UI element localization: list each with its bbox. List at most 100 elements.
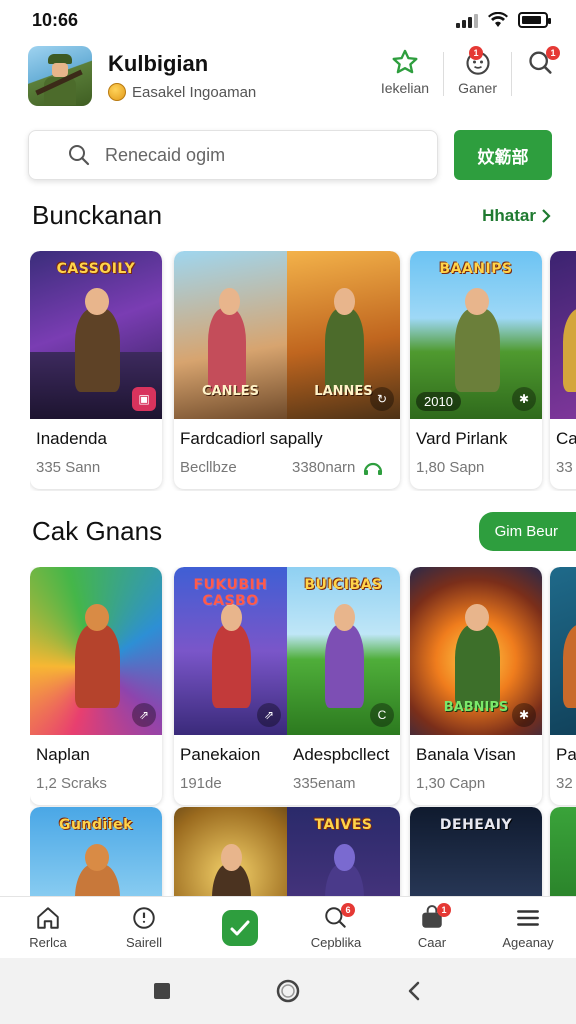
share-icon[interactable]: ✱ xyxy=(512,387,536,411)
game-logo-text: CASSOILY xyxy=(56,261,136,278)
game-art: Gundiiek xyxy=(30,807,162,896)
refresh-icon[interactable]: C xyxy=(370,703,394,727)
app-logo[interactable] xyxy=(28,46,92,106)
game-logo-text: Gundiiek xyxy=(59,817,133,834)
game-card[interactable]: BABNIPS ✱ Banala Visan 1,30 Capn xyxy=(410,567,542,805)
game-name: Adespbcllect xyxy=(293,745,390,764)
menu-icon xyxy=(517,910,539,926)
nav-item-search[interactable]: 6 Cepblika xyxy=(291,903,381,950)
game-card-pair[interactable]: TAIVES xyxy=(174,807,400,896)
game-art xyxy=(174,807,287,896)
game-card[interactable]: DEHEAIY xyxy=(410,807,542,896)
section-header-1: Bunckanan Hhatar xyxy=(32,200,552,231)
game-meta: 1,80 Sapn xyxy=(416,459,485,476)
game-art: TAIVES xyxy=(287,807,400,896)
games-button[interactable]: 1 Ganer xyxy=(458,44,497,96)
games-badge: 1 xyxy=(469,46,483,60)
search-placeholder: Renecaid ogim xyxy=(105,144,226,165)
section-title: Bunckanan xyxy=(32,200,163,230)
check-icon xyxy=(222,909,258,946)
game-card[interactable]: Pa 32 xyxy=(550,567,576,805)
see-more-label: Hhatar xyxy=(482,205,536,225)
game-logo-text: BAANIPS xyxy=(439,261,513,278)
see-more-link[interactable]: Hhatar xyxy=(482,206,552,226)
share-icon[interactable]: ⇗ xyxy=(257,703,281,727)
game-name: Fardcadiorl sapally xyxy=(180,429,323,448)
app-subtitle: Easakel Ingoaman xyxy=(108,83,381,101)
game-name: Car xyxy=(556,429,576,448)
nav-item-bag[interactable]: 1 Caar xyxy=(387,903,477,950)
game-row-2: ⇗ Naplan 1,2 Scraks FUKUBIH CASBO ⇗ BUIC… xyxy=(30,567,576,807)
game-row-3: Gundiiek TAIVES DEHEAIY xyxy=(30,807,576,896)
game-row-1: CASSOILY ▣ Inadenda 335 Sann CANLES LANN… xyxy=(30,251,576,491)
share-icon[interactable]: ✱ xyxy=(512,703,536,727)
favorites-button[interactable]: Iekelian xyxy=(381,44,429,96)
game-card[interactable]: BAANIPS 2010 ✱ Vard Pirlank 1,80 Sapn xyxy=(410,251,542,489)
game-logo-text: FUKUBIH CASBO xyxy=(193,577,268,610)
chevron-right-icon xyxy=(542,208,551,223)
game-name: Vard Pirlank xyxy=(416,429,508,448)
nav-badge: 6 xyxy=(341,903,355,917)
app-subtitle-text: Easakel Ingoaman xyxy=(132,83,257,101)
nav-label: Sairell xyxy=(125,935,163,950)
game-card[interactable]: ⇗ Naplan 1,2 Scraks xyxy=(30,567,162,805)
home-icon xyxy=(37,907,59,929)
game-name: Banala Visan xyxy=(416,745,516,764)
star-outline-icon xyxy=(392,49,418,74)
game-pill: 2010 xyxy=(416,392,461,411)
game-meta-left: Becllbze xyxy=(180,459,237,476)
game-art: FUKUBIH CASBO ⇗ xyxy=(174,567,287,735)
section-title: Cak Gnans xyxy=(32,516,163,546)
game-art: CANLES xyxy=(174,251,287,419)
game-logo-text: CANLES xyxy=(201,383,259,399)
game-art: CASSOILY ▣ xyxy=(30,251,162,419)
recents-icon[interactable] xyxy=(152,981,172,1001)
game-logo-text: BUICIBAS xyxy=(304,577,383,594)
game-meta: 191de xyxy=(180,775,222,792)
search-badge: 1 xyxy=(546,46,560,60)
clock-icon xyxy=(133,907,155,929)
search-row: Renecaid ogim 妏簕部 xyxy=(28,130,552,182)
nav-item-clock[interactable]: Sairell xyxy=(99,905,189,950)
game-card[interactable] xyxy=(550,807,576,896)
nav-label: Rerlca xyxy=(29,935,67,950)
game-card-pair[interactable]: CANLES LANNES ↻ Fardcadiorl sapally Becl… xyxy=(174,251,400,489)
nav-item-menu[interactable]: Ageanay xyxy=(483,905,573,950)
signal-icon xyxy=(456,12,478,28)
back-icon[interactable] xyxy=(404,980,424,1002)
game-art xyxy=(550,807,576,896)
bookmark-icon[interactable]: ▣ xyxy=(132,387,156,411)
system-nav xyxy=(0,958,576,1024)
header-divider xyxy=(443,52,445,96)
nav-item-center[interactable] xyxy=(195,909,285,946)
favorites-label: Iekelian xyxy=(380,80,430,96)
game-name: Naplan xyxy=(36,745,90,764)
search-input[interactable]: Renecaid ogim xyxy=(28,130,438,180)
header-divider xyxy=(511,52,512,96)
share-icon[interactable]: ⇗ xyxy=(132,703,156,727)
section-header-2: Cak Gnans Gim Beur xyxy=(32,512,576,551)
game-card[interactable]: CASSOILY ▣ Inadenda 335 Sann xyxy=(30,251,162,489)
game-name: Inadenda xyxy=(36,429,107,448)
battery-icon xyxy=(518,12,551,28)
refresh-icon[interactable]: ↻ xyxy=(370,387,394,411)
search-submit-button[interactable]: 妏簕部 xyxy=(454,130,552,180)
section-action-button[interactable]: Gim Beur xyxy=(478,512,576,551)
nav-item-home[interactable]: Rerlca xyxy=(3,905,93,950)
status-time: 10:66 xyxy=(32,9,79,30)
game-card[interactable]: Gundiiek xyxy=(30,807,162,896)
home-circle-icon[interactable] xyxy=(275,978,301,1004)
app-title: Kulbigian xyxy=(108,51,209,76)
status-icons xyxy=(456,12,551,28)
game-art: DEHEAIY xyxy=(410,807,542,896)
coin-icon xyxy=(108,83,126,101)
games-label: Ganer xyxy=(458,80,497,96)
header-search-button[interactable]: 1 xyxy=(526,44,560,76)
game-card[interactable]: Car 33 xyxy=(550,251,576,489)
nav-badge: 1 xyxy=(437,903,451,917)
search-icon xyxy=(69,145,90,166)
game-art: LANNES ↻ xyxy=(287,251,400,419)
game-meta: 335enam xyxy=(293,775,356,792)
game-card-pair[interactable]: FUKUBIH CASBO ⇗ BUICIBAS C Panekaion 191… xyxy=(174,567,400,805)
nav-label: Caar xyxy=(417,935,447,950)
